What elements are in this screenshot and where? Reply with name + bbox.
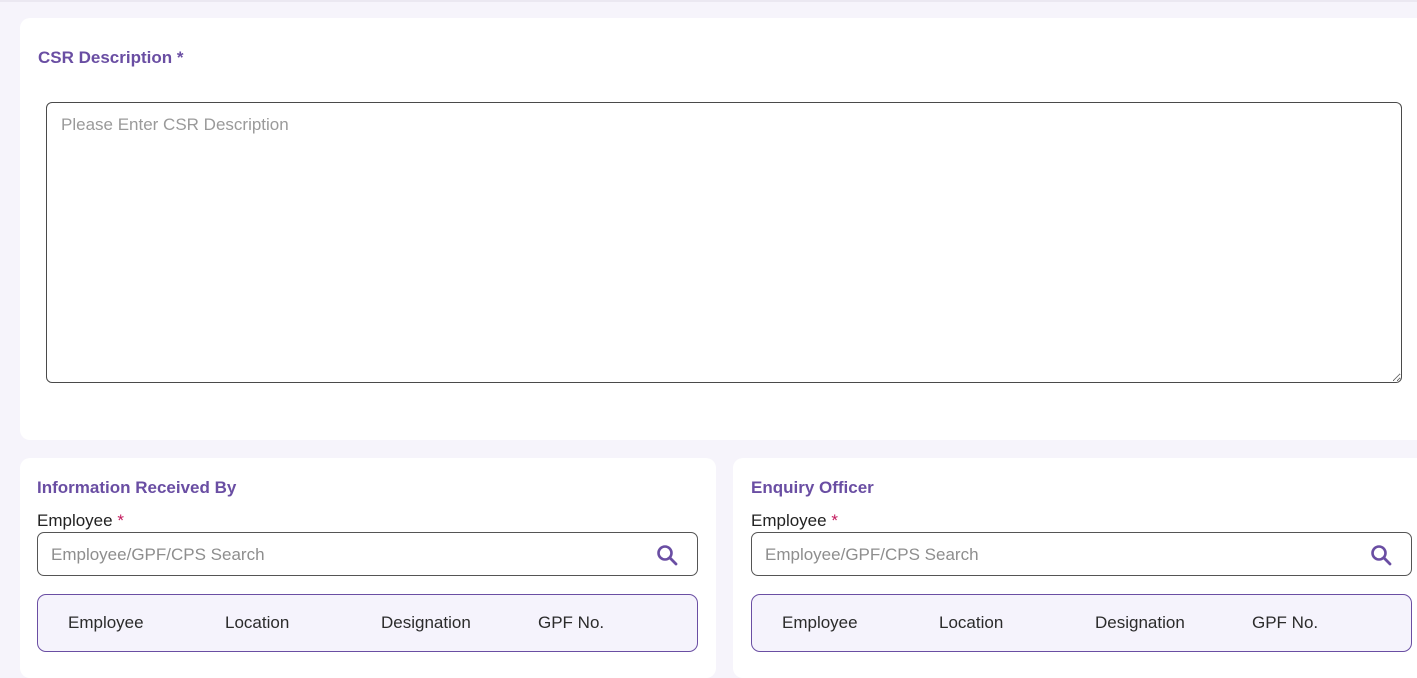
information-received-by-card: Information Received By Employee * Emplo…: [20, 458, 716, 678]
required-asterisk: *: [831, 511, 838, 530]
column-header-location: Location: [939, 613, 1004, 632]
required-asterisk: *: [117, 511, 124, 530]
employee-label-text: Employee: [37, 511, 113, 530]
column-header-designation: Designation: [1095, 613, 1185, 632]
column-header-location: Location: [225, 613, 290, 632]
csr-description-label: CSR Description *: [38, 48, 184, 68]
csr-description-textarea[interactable]: [46, 102, 1402, 383]
csr-description-title: CSR Description: [38, 48, 173, 67]
employee-search-input[interactable]: [49, 533, 633, 577]
employee-field-label: Employee *: [751, 511, 838, 531]
column-header-employee: Employee: [68, 613, 144, 632]
employee-field-label: Employee *: [37, 511, 124, 531]
enquiry-officer-card: Enquiry Officer Employee * Employee Loca…: [733, 458, 1417, 678]
column-header-designation: Designation: [381, 613, 471, 632]
information-received-by-title: Information Received By: [37, 478, 237, 497]
employee-search-input[interactable]: [763, 533, 1347, 577]
employee-table-header: Employee Location Designation GPF No.: [751, 594, 1412, 652]
top-divider: [0, 0, 1417, 2]
search-icon[interactable]: [655, 543, 679, 567]
employee-label-text: Employee: [751, 511, 827, 530]
search-icon[interactable]: [1369, 543, 1393, 567]
csr-description-card: CSR Description *: [20, 18, 1417, 440]
employee-table-header: Employee Location Designation GPF No.: [37, 594, 698, 652]
required-asterisk: *: [176, 48, 184, 67]
column-header-gpf-no: GPF No.: [538, 613, 605, 632]
employee-search-field: [751, 532, 1412, 577]
column-header-employee: Employee: [782, 613, 858, 632]
enquiry-officer-title: Enquiry Officer: [751, 478, 874, 497]
column-header-gpf-no: GPF No.: [1252, 613, 1319, 632]
employee-search-field: [37, 532, 698, 577]
